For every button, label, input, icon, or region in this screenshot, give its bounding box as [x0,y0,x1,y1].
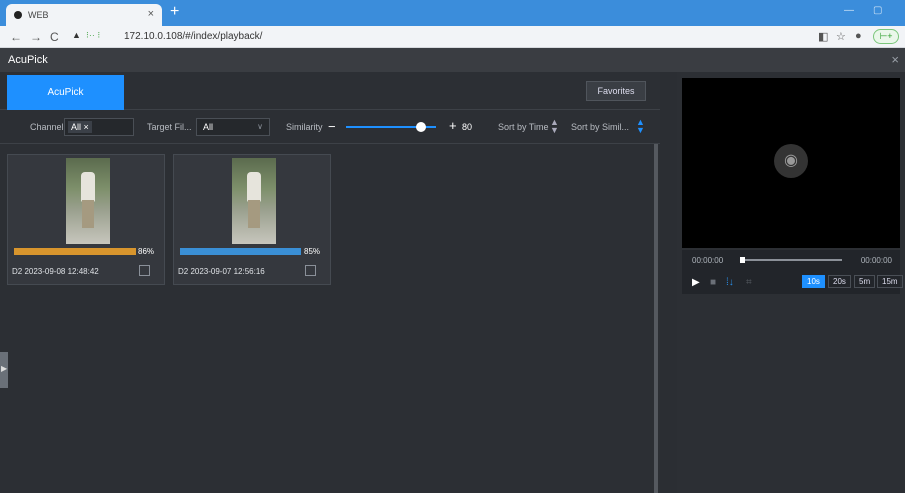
result-caption: D2 2023-09-07 12:56:16 [178,267,265,276]
browser-tab-title: WEB [28,10,49,20]
url-input[interactable]: ▲ ⁝·· ⁝ 172.10.0.108/#/index/playback/ [72,29,807,45]
favorites-button[interactable]: Favorites [586,81,646,101]
play-icon[interactable]: ▶ [692,277,700,288]
time-start: 00:00:00 [692,256,724,265]
site-info-icon: ⁝·· ⁝ [86,30,101,40]
target-filter-value: All [203,122,214,132]
minimize-icon[interactable]: — [844,5,854,16]
sort-similarity-icon[interactable]: ▲ ▼ [636,118,645,135]
browser-tabbar: WEB × + — ▢ [0,0,905,26]
translate-icon[interactable]: ◧ [818,30,828,43]
similarity-slider-handle[interactable] [416,122,426,132]
search-results-panel: AcuPick Favorites Channel All × Target F… [0,72,660,493]
channel-chip[interactable]: All × [68,121,92,133]
extension-icon[interactable]: ⊢+ [873,29,899,44]
profile-icon[interactable]: ● [855,30,862,42]
result-card[interactable]: 86% D2 2023-09-08 12:48:42 [7,154,165,285]
maximize-icon[interactable]: ▢ [873,5,882,16]
playback-progress[interactable] [742,259,842,261]
fullscreen-icon[interactable]: ⌗ [746,277,752,288]
channel-select[interactable]: All × [64,118,134,136]
sort-by-time-button[interactable]: Sort by Time [498,122,549,132]
speed-5m-button[interactable]: 5m [854,275,876,288]
app-header: AcuPick × [0,48,905,72]
speed-10s-button[interactable]: 10s [802,275,825,288]
sort-by-similarity-button[interactable]: Sort by Simil... [571,122,629,132]
select-checkbox[interactable] [305,265,316,276]
chevron-down-icon: ∨ [257,122,263,131]
sort-time-icon[interactable]: ▲ ▼ [550,118,559,135]
chevron-right-icon: ▶ [1,364,8,373]
clip-icon[interactable]: ⁞↓ [726,277,734,288]
similarity-score: 86% [138,247,155,256]
playback-controls: 00:00:00 00:00:00 ▶ ■ ⁞↓ ⌗ 10s 20s 5m 15… [682,250,903,294]
camera-icon: ◉ [774,144,808,178]
filter-bar: Channel All × Target Fil... All ∨ Simila… [0,110,660,144]
back-icon[interactable]: ← [10,30,22,44]
reload-icon[interactable]: C [50,30,59,44]
increase-icon[interactable]: + [449,118,457,133]
results-grid: 86% D2 2023-09-08 12:48:42 85% D2 2023-0… [0,144,654,493]
similarity-bar [14,248,136,255]
video-player[interactable]: ◉ [682,78,900,248]
app-title: AcuPick [8,54,48,66]
not-secure-icon: ▲ [72,30,81,40]
similarity-value: 80 [462,122,473,132]
decrease-icon[interactable]: − [328,119,336,134]
similarity-score: 85% [304,247,321,256]
result-thumbnail[interactable] [66,158,110,244]
address-bar: ← → C ▲ ⁝·· ⁝ 172.10.0.108/#/index/playb… [0,26,905,48]
result-card[interactable]: 85% D2 2023-09-07 12:56:16 [173,154,331,285]
favicon-icon [14,11,22,19]
close-tab-icon[interactable]: × [148,8,154,20]
similarity-label: Similarity [286,122,323,132]
time-end: 00:00:00 [860,256,892,265]
stop-icon[interactable]: ■ [710,277,716,288]
forward-icon[interactable]: → [30,30,42,44]
speed-20s-button[interactable]: 20s [828,275,851,288]
result-caption: D2 2023-09-08 12:48:42 [12,267,99,276]
target-filter-select[interactable]: All ∨ [196,118,270,136]
channel-label: Channel [30,122,64,132]
new-tab-icon[interactable]: + [170,3,179,21]
player-panel: ◉ 00:00:00 00:00:00 ▶ ■ ⁞↓ ⌗ 10s 20s 5m … [677,72,905,493]
playback-handle[interactable] [740,257,745,263]
select-checkbox[interactable] [139,265,150,276]
close-icon[interactable]: × [891,52,899,67]
results-scrollbar[interactable] [654,144,658,493]
collapse-panel-handle[interactable]: ▶ [0,352,8,388]
similarity-bar [180,248,301,255]
target-filter-label: Target Fil... [147,122,192,132]
panel-tabs: AcuPick Favorites [0,72,660,110]
result-thumbnail[interactable] [232,158,276,244]
bookmark-star-icon[interactable]: ☆ [836,30,846,43]
speed-15m-button[interactable]: 15m [877,275,903,288]
url-text: 172.10.0.108/#/index/playback/ [124,31,263,42]
tab-acupick[interactable]: AcuPick [7,75,124,110]
browser-tab[interactable]: WEB × [6,4,162,26]
